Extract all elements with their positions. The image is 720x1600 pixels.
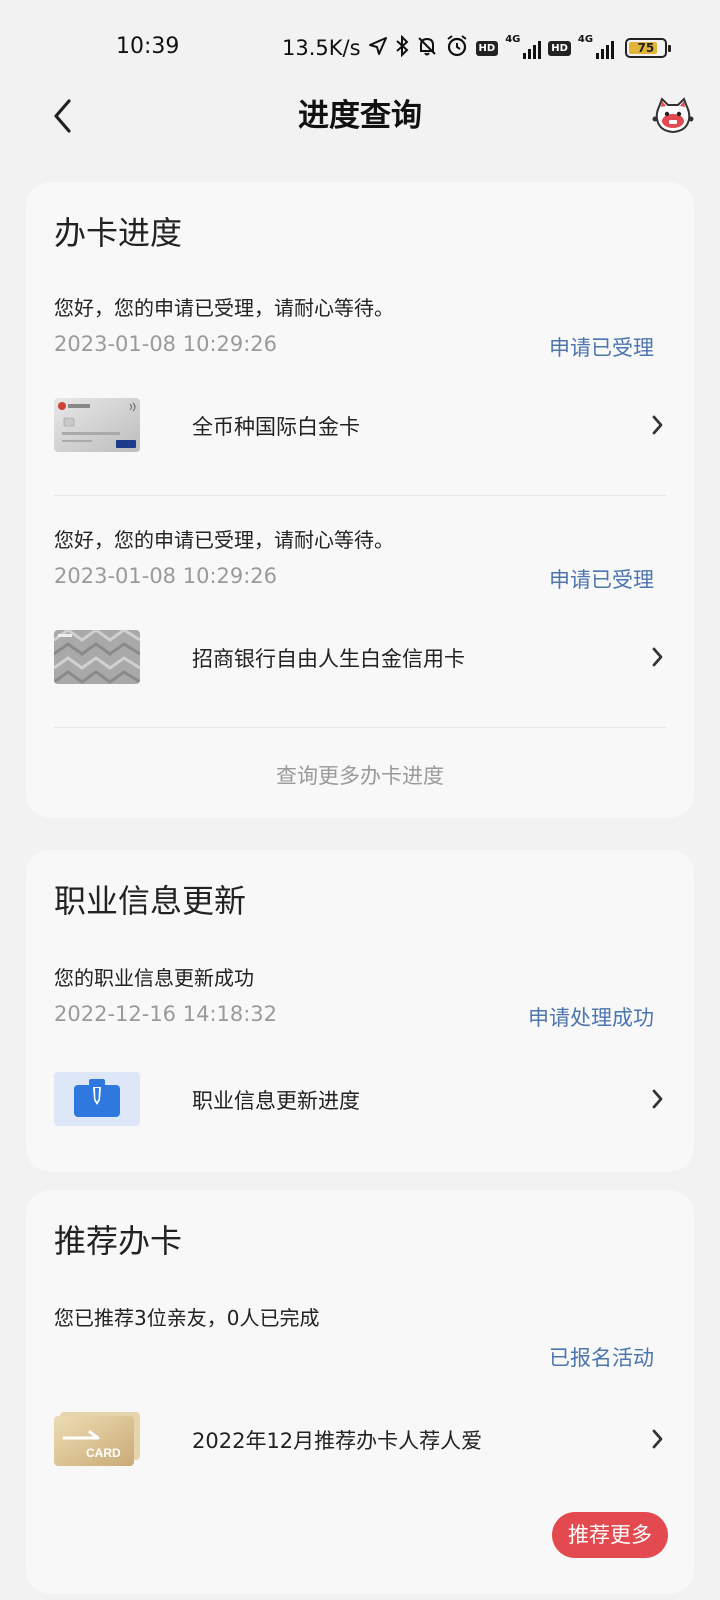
recommend-status: 已报名活动	[549, 1346, 654, 1370]
card-thumb-label: CARD	[86, 1446, 121, 1460]
occupation-item-row[interactable]: 职业信息更新进度	[54, 1072, 666, 1128]
chevron-right-icon	[650, 412, 666, 438]
recommend-more-button[interactable]: 推荐更多	[552, 1512, 668, 1558]
bluetooth-icon	[395, 34, 409, 62]
status-icons: 13.5K/s HD 4G HD 4G 75	[282, 33, 671, 63]
hd-badge: HD	[475, 40, 499, 56]
progress-status: 申请已受理	[549, 568, 654, 592]
briefcase-icon	[54, 1072, 140, 1126]
status-time: 10:39	[116, 34, 180, 59]
hd-badge-2: HD	[548, 40, 571, 56]
section-title: 办卡进度	[54, 214, 183, 252]
visa-platinum-card-icon	[54, 398, 140, 452]
signal-icon-2: 4G	[577, 34, 614, 59]
progress-message: 您好，您的申请已受理，请耐心等待。	[54, 528, 394, 552]
progress-message: 您好，您的申请已受理，请耐心等待。	[54, 296, 394, 320]
progress-status: 申请已受理	[549, 336, 654, 360]
card-progress: 办卡进度 您好，您的申请已受理，请耐心等待。 2023-01-08 10:29:…	[26, 182, 694, 818]
header: 进度查询	[0, 96, 720, 180]
silver-pattern-card-icon	[54, 630, 140, 684]
page-title: 进度查询	[298, 98, 422, 134]
network-speed: 13.5K/s	[282, 36, 361, 60]
occupation-message: 您的职业信息更新成功	[54, 966, 254, 990]
screen: 10:39 13.5K/s HD 4G HD 4G 75 进度查询 办卡进度 您…	[0, 0, 720, 1600]
card-recommend: 推荐办卡 您已推荐3位亲友，0人已完成 已报名活动 CARD 2022年12月推…	[26, 1190, 694, 1594]
occupation-date: 2022-12-16 14:18:32	[54, 1002, 278, 1026]
divider	[54, 727, 666, 728]
more-progress-link[interactable]: 查询更多办卡进度	[26, 760, 694, 790]
recommend-item-row[interactable]: CARD 2022年12月推荐办卡人荐人爱	[54, 1412, 666, 1468]
progress-date: 2023-01-08 10:29:26	[54, 332, 278, 356]
occupation-item-name: 职业信息更新进度	[192, 1089, 360, 1113]
section-title: 推荐办卡	[54, 1222, 183, 1260]
network-type: 4G	[505, 34, 521, 45]
alarm-icon	[445, 34, 469, 63]
network-type-2: 4G	[577, 34, 594, 45]
card-occupation: 职业信息更新 您的职业信息更新成功 2022-12-16 14:18:32 申请…	[26, 850, 694, 1172]
customer-service-button[interactable]	[652, 97, 694, 137]
divider	[54, 495, 666, 496]
location-icon	[368, 36, 388, 61]
chevron-right-icon	[650, 1086, 666, 1112]
chevron-right-icon	[650, 1426, 666, 1452]
card-name: 全币种国际白金卡	[192, 415, 360, 439]
recommend-item-name: 2022年12月推荐办卡人荐人爱	[192, 1429, 483, 1453]
battery-icon: 75	[624, 38, 671, 58]
card-item-row[interactable]: 招商银行自由人生白金信用卡	[54, 630, 666, 686]
card-item-row[interactable]: 全币种国际白金卡	[54, 398, 666, 454]
occupation-status: 申请处理成功	[528, 1006, 654, 1030]
section-title: 职业信息更新	[54, 882, 247, 920]
gold-card-icon: CARD	[54, 1412, 140, 1466]
card-name: 招商银行自由人生白金信用卡	[192, 647, 465, 671]
status-bar: 10:39 13.5K/s HD 4G HD 4G 75	[0, 0, 720, 96]
recommend-message: 您已推荐3位亲友，0人已完成	[54, 1306, 320, 1330]
battery-level: 75	[637, 41, 655, 55]
progress-date: 2023-01-08 10:29:26	[54, 564, 278, 588]
mascot-cat-icon	[652, 97, 694, 141]
mute-bell-icon	[416, 35, 438, 62]
chevron-right-icon	[650, 644, 666, 670]
signal-icon: 4G	[505, 34, 542, 59]
